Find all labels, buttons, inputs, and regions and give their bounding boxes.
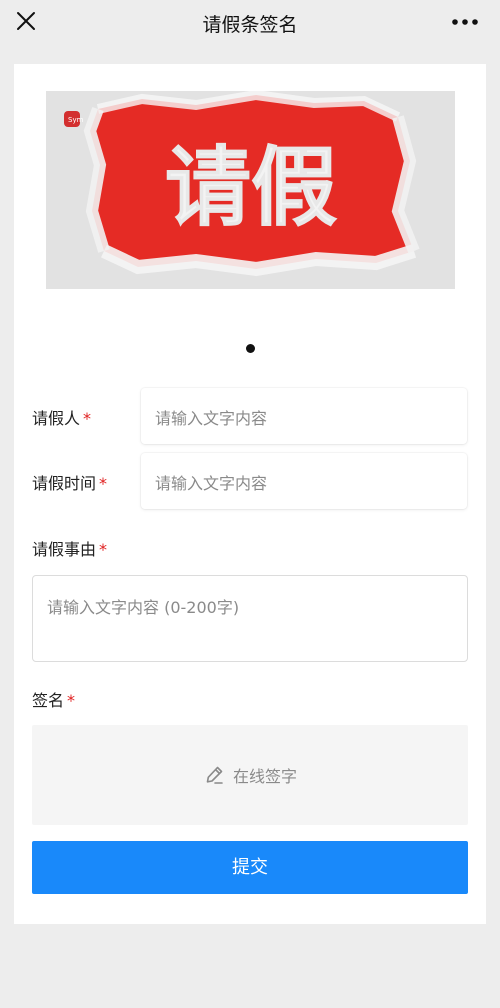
form-card: Sym 请假 请假人 * 请输入文字内容 请假时间 * 请输入文字内容 请假事由 * … [14, 64, 486, 924]
reason-required-mark: * [99, 540, 108, 559]
signature-area[interactable]: 在线签字 [32, 725, 468, 825]
reason-label: 请假事由 * [32, 536, 107, 560]
top-bar: 请假条签名 [0, 0, 500, 48]
pen-icon [206, 766, 223, 784]
online-sign-text: 在线签字 [232, 767, 297, 786]
leave-time-input[interactable]: 请输入文字内容 [141, 453, 467, 509]
banner-image[interactable]: Sym 请假 [46, 89, 455, 289]
requester-label-text: 请假人 [32, 409, 81, 428]
leave-time-required-mark: * [99, 474, 108, 493]
requester-input[interactable]: 请输入文字内容 [141, 388, 467, 444]
signature-label-text: 签名 [32, 691, 65, 710]
requester-required-mark: * [83, 409, 92, 428]
carousel-indicator-dot[interactable] [246, 344, 255, 353]
leave-time-label: 请假时间 * [32, 470, 107, 494]
reason-placeholder: 请输入文字内容 (0-200字) [47, 598, 240, 617]
requester-label: 请假人 * [32, 405, 91, 429]
requester-placeholder: 请输入文字内容 [155, 409, 268, 428]
more-icon [452, 19, 478, 25]
more-button[interactable] [450, 10, 480, 34]
signature-required-mark: * [67, 691, 76, 710]
reason-label-text: 请假事由 [32, 540, 97, 559]
online-sign-button[interactable]: 在线签字 [32, 763, 468, 787]
signature-label: 签名 * [32, 687, 75, 711]
reason-textarea[interactable]: 请输入文字内容 (0-200字) [32, 575, 468, 662]
leave-time-label-text: 请假时间 [32, 474, 97, 493]
banner-logo-text: Sym [68, 116, 84, 124]
submit-button[interactable]: 提交 [32, 841, 468, 894]
leave-time-placeholder: 请输入文字内容 [155, 474, 268, 493]
banner-text: 请假 [165, 138, 337, 238]
page-title: 请假条签名 [202, 14, 298, 36]
